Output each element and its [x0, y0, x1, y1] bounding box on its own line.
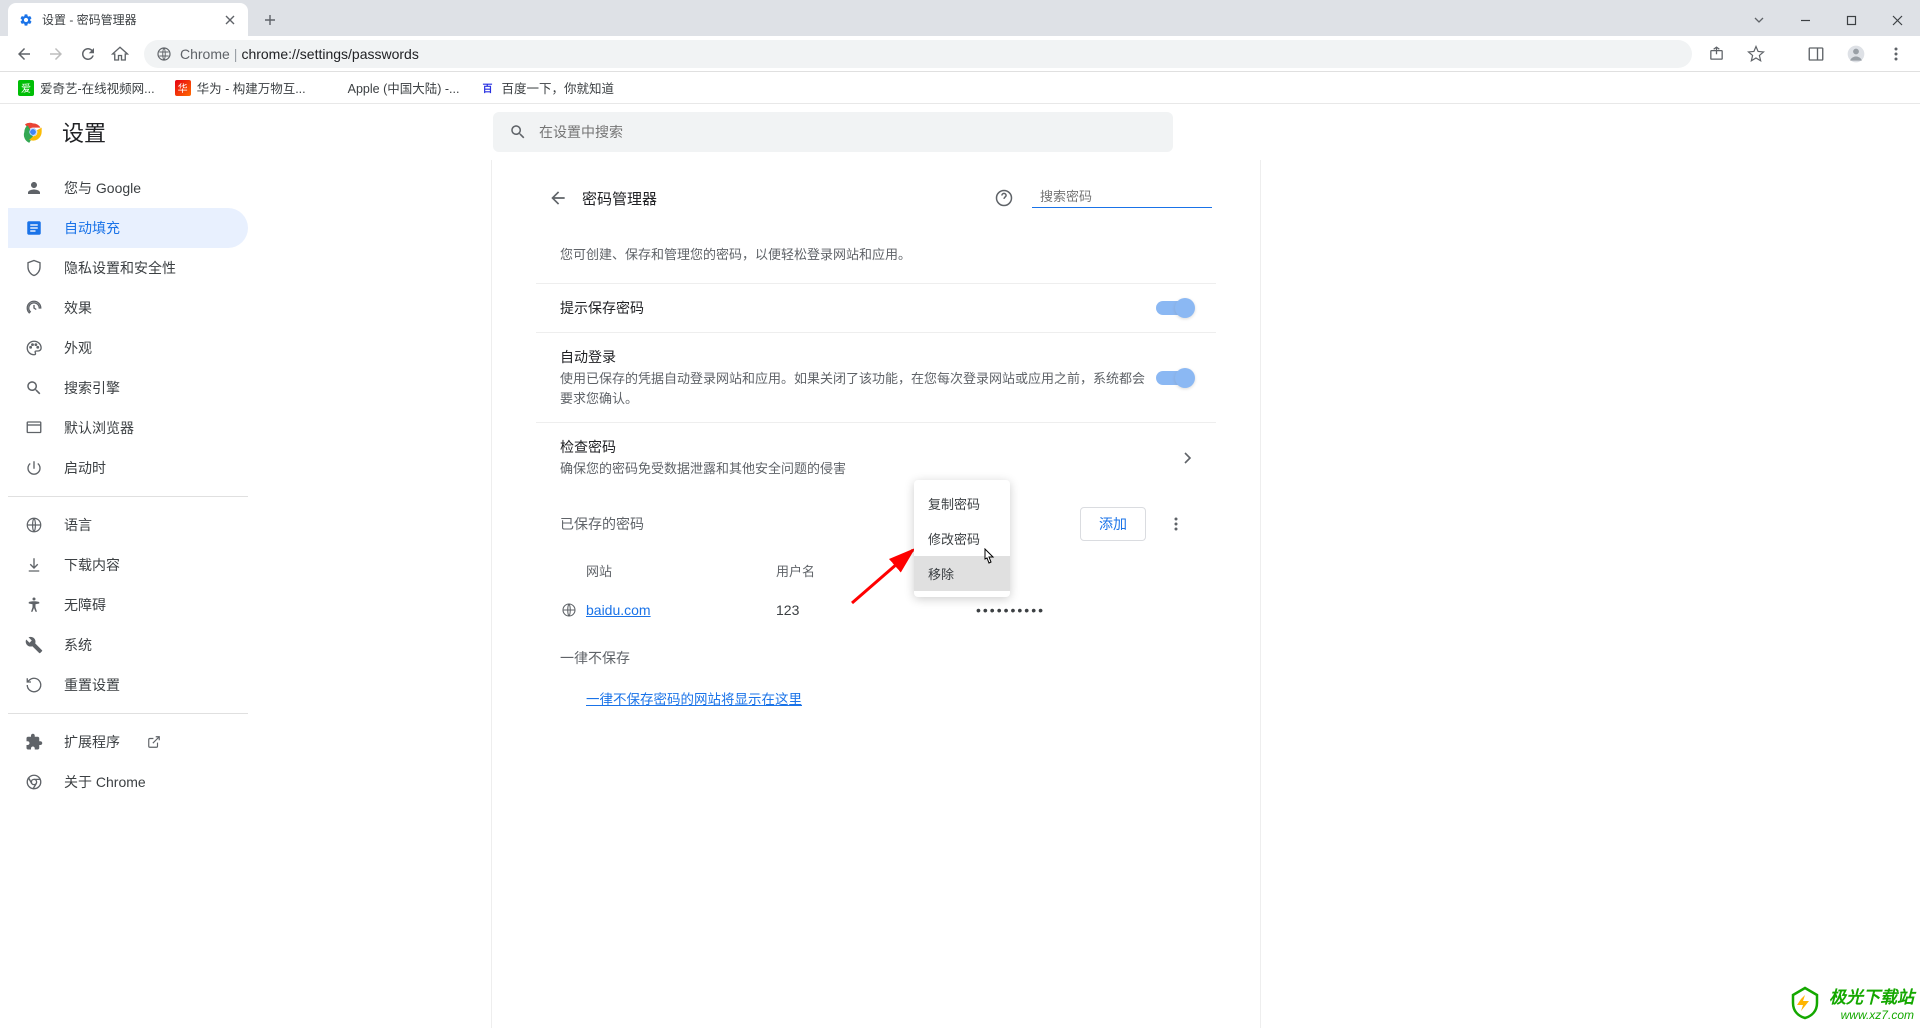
- sidebar: 您与 Google 自动填充 隐私设置和安全性 效果 外观 搜索引擎 默认浏览器…: [0, 160, 256, 1028]
- search-icon: [24, 378, 44, 398]
- sidebar-item-accessibility[interactable]: 无障碍: [8, 585, 248, 625]
- watermark-icon: [1787, 985, 1823, 1021]
- page-title: 密码管理器: [582, 188, 986, 209]
- sidebar-item-downloads[interactable]: 下载内容: [8, 545, 248, 585]
- setting-check-passwords[interactable]: 检查密码 确保您的密码免受数据泄露和其他安全问题的侵害: [536, 422, 1216, 493]
- sidebar-item-languages[interactable]: 语言: [8, 505, 248, 545]
- content-description: 您可创建、保存和管理您的密码，以便轻松登录网站和应用。: [536, 244, 1216, 263]
- sidebar-item-appearance[interactable]: 外观: [8, 328, 248, 368]
- sidebar-item-reset[interactable]: 重置设置: [8, 665, 248, 705]
- power-icon: [24, 458, 44, 478]
- wrench-icon: [24, 635, 44, 655]
- url-label: Chrome: [180, 46, 230, 62]
- forward-button[interactable]: [40, 38, 72, 70]
- ctx-copy-password[interactable]: 复制密码: [914, 486, 1010, 521]
- help-icon[interactable]: [986, 180, 1022, 216]
- restore-icon: [24, 675, 44, 695]
- sidebar-item-performance[interactable]: 效果: [8, 288, 248, 328]
- maximize-button[interactable]: [1828, 4, 1874, 36]
- settings-search-input[interactable]: [539, 124, 1157, 140]
- external-link-icon: [146, 734, 162, 750]
- setting-auto-signin: 自动登录 使用已保存的凭据自动登录网站和应用。如果关闭了该功能，在您每次登录网站…: [536, 332, 1216, 422]
- close-button[interactable]: [1874, 4, 1920, 36]
- password-search[interactable]: [1032, 189, 1212, 208]
- bookmarks-bar: 爱爱奇艺-在线视频网... 华华为 - 构建万物互... Apple (中国大陆…: [0, 72, 1920, 104]
- person-icon: [24, 178, 44, 198]
- speed-icon: [24, 298, 44, 318]
- setting-offer-save: 提示保存密码: [536, 283, 1216, 332]
- browser-tab[interactable]: 设置 - 密码管理器: [8, 3, 248, 36]
- table-header: 网站 用户名 密码: [536, 551, 1216, 590]
- chrome-logo-icon: [20, 119, 46, 145]
- minimize-button[interactable]: [1782, 4, 1828, 36]
- browser-icon: [24, 418, 44, 438]
- close-icon[interactable]: [222, 12, 238, 28]
- watermark: 极光下载站 www.xz7.com: [1787, 983, 1914, 1022]
- password-search-input[interactable]: [1040, 189, 1216, 204]
- bookmark-item[interactable]: 华华为 - 构建万物互...: [167, 74, 314, 101]
- sidebar-item-privacy[interactable]: 隐私设置和安全性: [8, 248, 248, 288]
- bookmark-item[interactable]: Apple (中国大陆) -...: [318, 74, 468, 101]
- download-icon: [24, 555, 44, 575]
- search-icon: [509, 123, 527, 141]
- share-icon[interactable]: [1700, 38, 1732, 70]
- site-link[interactable]: baidu.com: [586, 602, 776, 618]
- profile-icon[interactable]: [1840, 38, 1872, 70]
- bookmark-item[interactable]: 爱爱奇艺-在线视频网...: [10, 74, 163, 101]
- settings-search[interactable]: [493, 112, 1173, 152]
- gear-icon: [18, 12, 34, 28]
- globe-icon: [560, 601, 578, 619]
- never-save-description: 一律不保存密码的网站将显示在这里: [536, 674, 1216, 722]
- sidebar-item-default-browser[interactable]: 默认浏览器: [8, 408, 248, 448]
- never-save-title: 一律不保存: [536, 630, 1216, 674]
- site-info-icon[interactable]: [156, 46, 172, 62]
- username-cell: 123: [776, 602, 976, 618]
- dropdown-icon[interactable]: [1736, 4, 1782, 36]
- autofill-icon: [24, 218, 44, 238]
- tab-title: 设置 - 密码管理器: [42, 11, 222, 28]
- context-menu: 复制密码 修改密码 移除: [914, 480, 1010, 597]
- sidebar-item-about[interactable]: 关于 Chrome: [8, 762, 248, 802]
- menu-icon[interactable]: [1880, 38, 1912, 70]
- password-row: baidu.com 123 ••••••••••: [536, 590, 1216, 630]
- star-icon[interactable]: [1740, 38, 1772, 70]
- sidebar-item-startup[interactable]: 启动时: [8, 448, 248, 488]
- chevron-right-icon: [1184, 452, 1192, 464]
- toggle-offer-save[interactable]: [1156, 301, 1192, 315]
- content-back-button[interactable]: [540, 180, 576, 216]
- home-button[interactable]: [104, 38, 136, 70]
- add-password-button[interactable]: 添加: [1080, 507, 1146, 541]
- toggle-auto-signin[interactable]: [1156, 371, 1192, 385]
- shield-icon: [24, 258, 44, 278]
- password-cell: ••••••••••: [976, 602, 1192, 618]
- sidebar-item-extensions[interactable]: 扩展程序: [8, 722, 248, 762]
- side-panel-icon[interactable]: [1800, 38, 1832, 70]
- reload-button[interactable]: [72, 38, 104, 70]
- back-button[interactable]: [8, 38, 40, 70]
- chrome-icon: [24, 772, 44, 792]
- sidebar-item-search-engine[interactable]: 搜索引擎: [8, 368, 248, 408]
- accessibility-icon: [24, 595, 44, 615]
- globe-icon: [24, 515, 44, 535]
- bookmark-item[interactable]: 百百度一下，你就知道: [471, 74, 622, 101]
- sidebar-item-autofill[interactable]: 自动填充: [8, 208, 248, 248]
- cursor-icon: [979, 548, 997, 570]
- paint-icon: [24, 338, 44, 358]
- new-tab-button[interactable]: [256, 6, 284, 34]
- sidebar-item-you-google[interactable]: 您与 Google: [8, 168, 248, 208]
- extension-icon: [24, 732, 44, 752]
- address-bar[interactable]: Chrome | chrome://settings/passwords: [144, 40, 1692, 68]
- settings-title: 设置: [62, 116, 106, 148]
- sidebar-item-system[interactable]: 系统: [8, 625, 248, 665]
- more-actions-button[interactable]: [1160, 508, 1192, 540]
- url-text: chrome://settings/passwords: [241, 46, 418, 62]
